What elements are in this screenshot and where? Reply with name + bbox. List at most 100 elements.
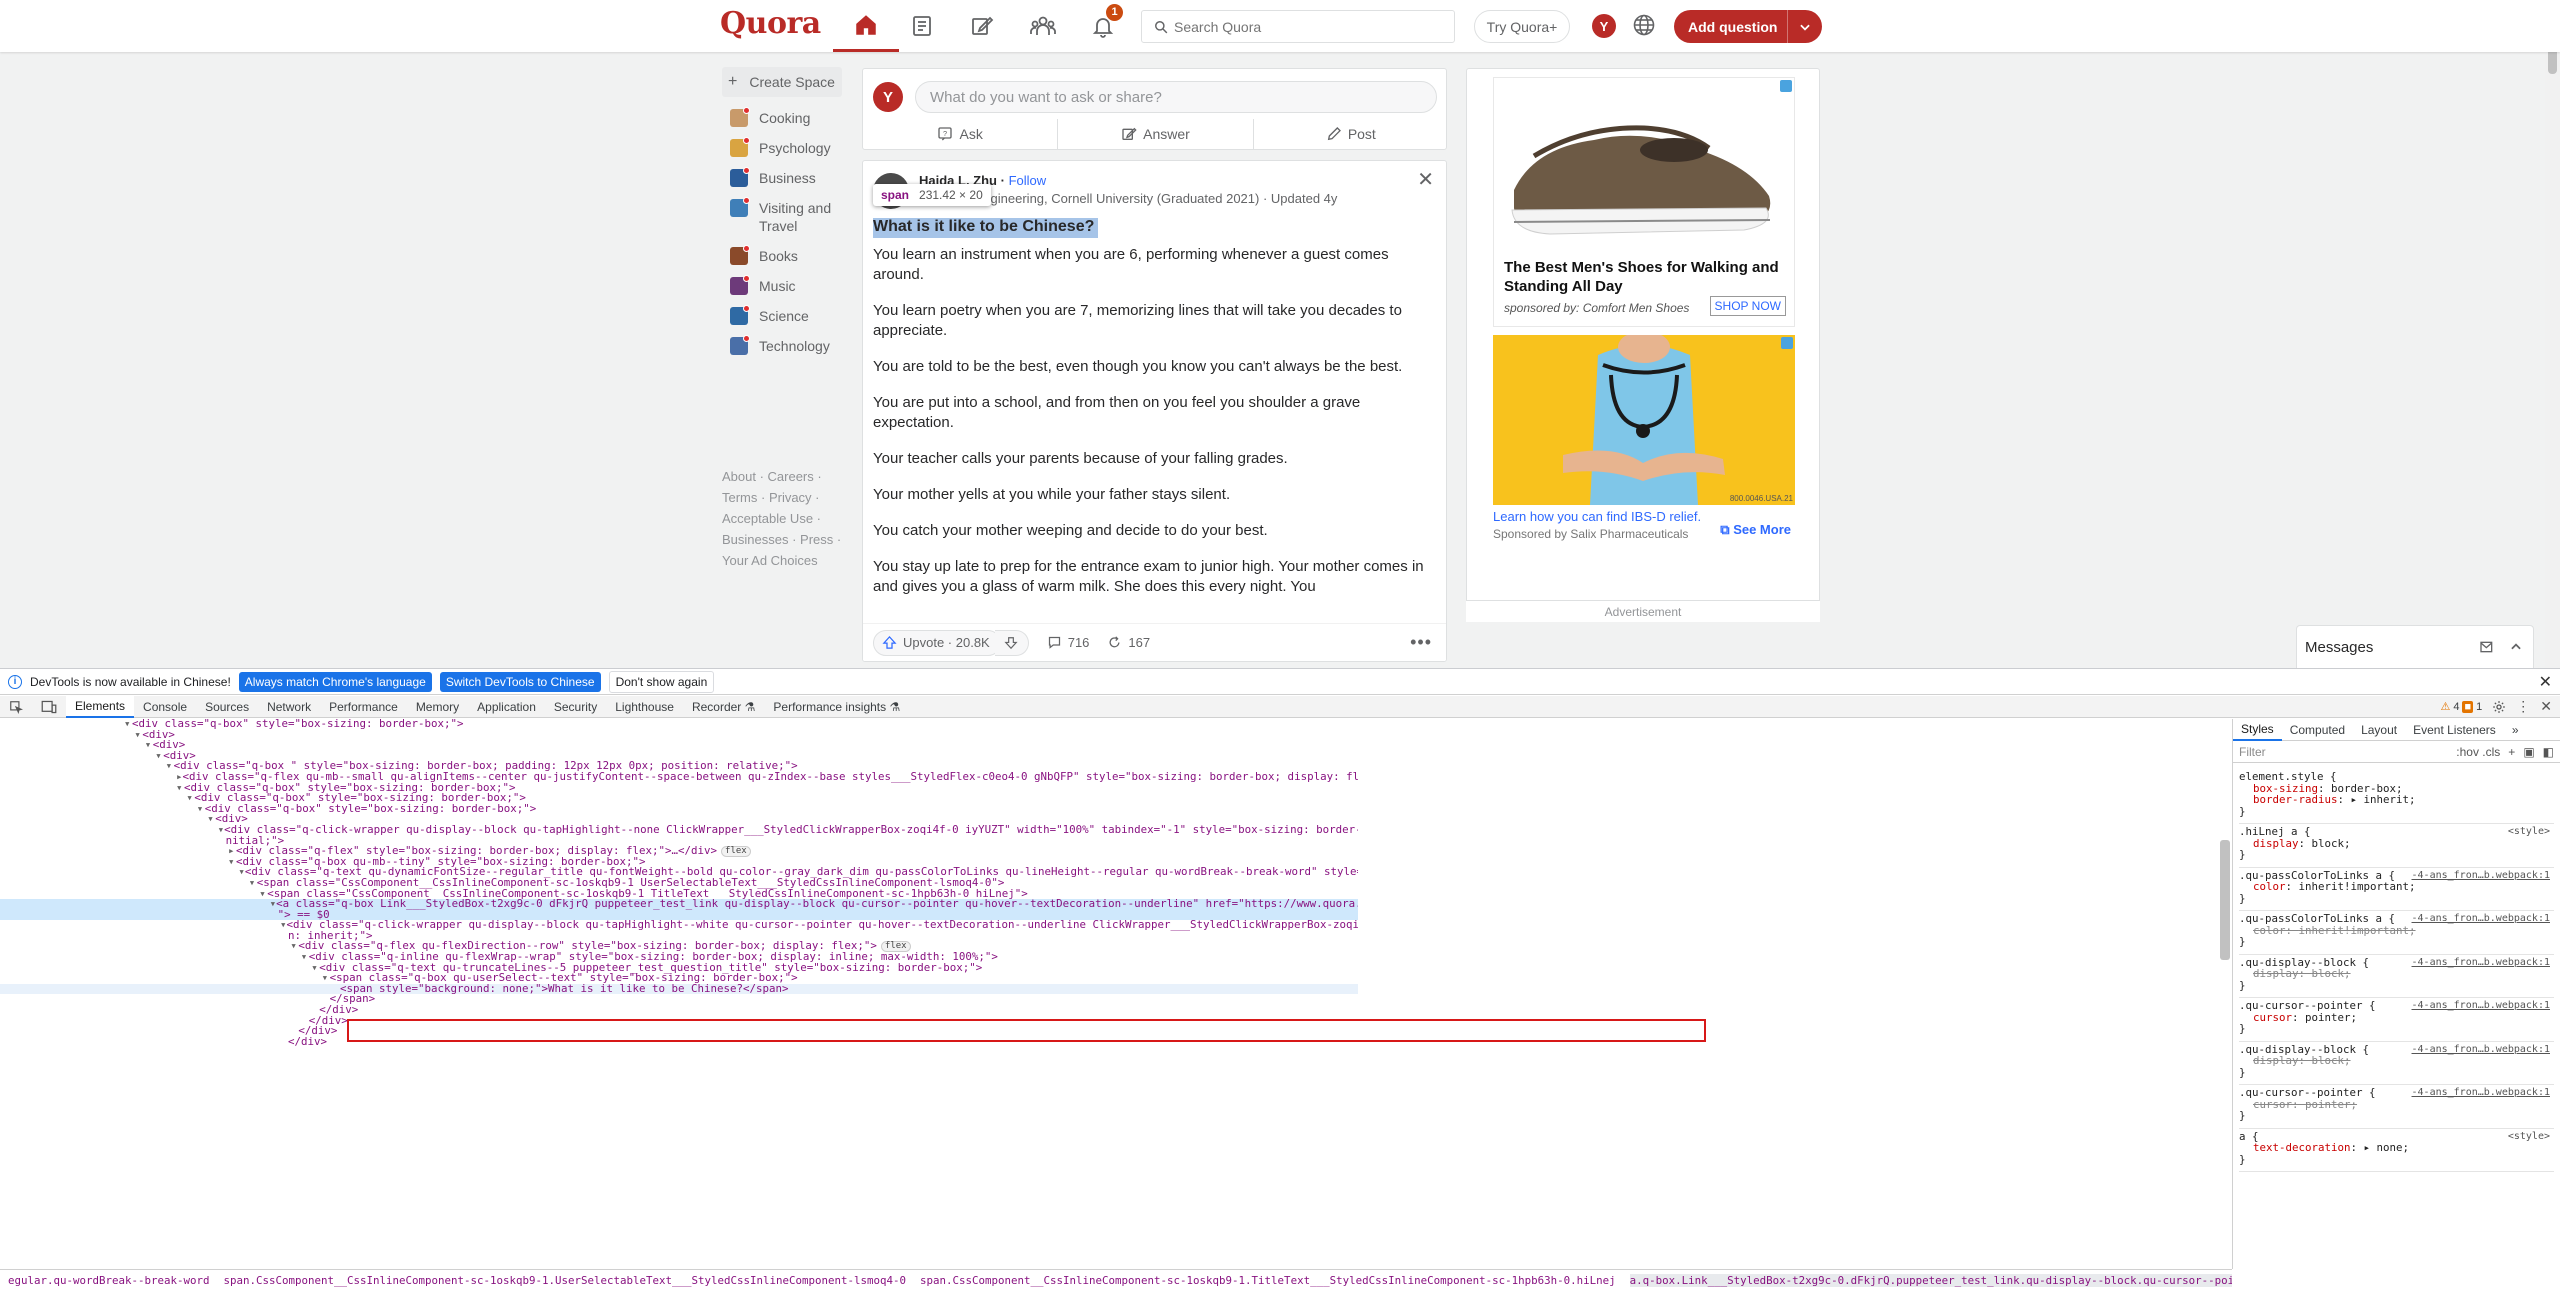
css-property[interactable]: cursor: pointer; xyxy=(2239,1098,2554,1111)
rule-source-link[interactable]: -4-ans_fron…b.webpack:1 xyxy=(2412,1044,2550,1056)
css-property[interactable]: text-decoration: ▸ none; xyxy=(2239,1142,2554,1154)
dom-node[interactable]: ▾ <div class="q-click-wrapper qu-display-… xyxy=(0,824,1358,836)
profile-avatar[interactable]: Y xyxy=(1592,14,1616,38)
expand-toggle[interactable]: ▾ xyxy=(301,951,309,963)
add-rule-icon[interactable]: + xyxy=(2508,745,2515,759)
see-more-link[interactable]: ⧉ See More xyxy=(1720,522,1791,538)
expand-toggle[interactable]: ▾ xyxy=(134,729,142,741)
more-options-icon[interactable]: ••• xyxy=(1410,632,1432,653)
space-item[interactable]: Technology xyxy=(722,335,842,355)
devtools-tab[interactable]: Application xyxy=(468,696,545,718)
dom-node[interactable]: </span> xyxy=(0,994,1358,1005)
dom-node[interactable]: ▾ <div> xyxy=(0,729,1358,741)
style-rule[interactable]: a {<style> text-decoration: ▸ none;} xyxy=(2239,1129,2554,1172)
css-property[interactable]: color: inherit!important; xyxy=(2239,881,2554,893)
expand-toggle[interactable]: ▾ xyxy=(166,761,174,772)
nav-following[interactable] xyxy=(889,0,955,52)
rule-source-link[interactable]: -4-ans_fron…b.webpack:1 xyxy=(2412,870,2550,882)
expand-toggle[interactable]: ▾ xyxy=(197,803,205,815)
expand-toggle[interactable]: ▾ xyxy=(290,941,298,952)
space-item[interactable]: Visiting and Travel xyxy=(722,197,842,235)
css-property[interactable]: display: block; xyxy=(2239,1055,2554,1067)
compose-icon[interactable] xyxy=(2479,639,2495,655)
space-item[interactable]: Music xyxy=(722,275,842,295)
dom-node[interactable]: ▾ <div class="q-box" style="box-sizing: b… xyxy=(0,719,1358,730)
ask-avatar[interactable]: Y xyxy=(873,82,903,112)
expand-toggle[interactable]: ▾ xyxy=(259,888,267,900)
nav-answer[interactable] xyxy=(949,0,1015,52)
expand-toggle[interactable] xyxy=(270,910,278,921)
search-box[interactable] xyxy=(1141,10,1455,43)
style-rule[interactable]: .qu-display--block {-4-ans_fron…b.webpac… xyxy=(2239,955,2554,998)
gear-icon[interactable] xyxy=(2492,700,2506,714)
space-item[interactable]: Psychology xyxy=(722,137,842,157)
style-rule[interactable]: .qu-cursor--pointer {-4-ans_fron…b.webpa… xyxy=(2239,998,2554,1042)
rule-source-link[interactable]: -4-ans_fron…b.webpack:1 xyxy=(2412,1000,2550,1012)
language-button[interactable] xyxy=(1632,13,1656,42)
dom-node[interactable]: </div> xyxy=(0,1015,1358,1027)
expand-toggle[interactable]: ▾ xyxy=(145,739,153,751)
devtools-tab[interactable]: Sources xyxy=(196,696,258,718)
ad2-caption[interactable]: Learn how you can find IBS-D relief. xyxy=(1493,509,1701,524)
dom-node[interactable]: </div> xyxy=(0,1036,1358,1048)
rule-source-link[interactable]: -4-ans_fron…b.webpack:1 xyxy=(2412,957,2550,969)
create-space-button[interactable]: + Create Space xyxy=(722,67,842,97)
page-scrollbar[interactable] xyxy=(2545,0,2560,668)
dom-node[interactable]: </div> xyxy=(0,1004,1358,1016)
upvote-button[interactable]: Upvote · 20.8K xyxy=(873,629,1001,656)
breadcrumb-item[interactable]: span.CssComponent__CssInlineComponent-sc… xyxy=(224,1274,907,1287)
dom-node[interactable]: ▾ <a class="q-box Link___StyledBox-t2xg9c… xyxy=(0,898,1358,910)
expand-toggle[interactable] xyxy=(280,1037,288,1048)
expand-toggle[interactable] xyxy=(280,931,288,942)
ask-button[interactable]: ? Ask xyxy=(863,119,1057,149)
space-item[interactable]: Books xyxy=(722,245,842,265)
rule-source-link[interactable]: <style> xyxy=(2508,1131,2550,1143)
expand-toggle[interactable]: ▾ xyxy=(249,877,257,889)
follow-link[interactable]: Follow xyxy=(1009,173,1047,188)
hov-cls-toggle[interactable]: :hov .cls xyxy=(2456,745,2500,759)
share-button[interactable]: 167 xyxy=(1107,635,1150,650)
css-property[interactable]: color: inherit!important; xyxy=(2239,924,2554,937)
devtools-tab[interactable]: Recorder ⚗ xyxy=(683,696,764,718)
more-tabs-icon[interactable]: » xyxy=(2504,719,2527,741)
expand-toggle[interactable] xyxy=(218,836,226,847)
warnings-indicator[interactable]: ⚠ 4 ■ 1 xyxy=(2440,700,2482,713)
comments-button[interactable]: 716 xyxy=(1047,635,1089,650)
quora-logo[interactable]: Quora xyxy=(720,6,821,41)
css-property[interactable]: display: block; xyxy=(2239,837,2554,850)
styles-tab[interactable]: Layout xyxy=(2353,719,2405,741)
ask-input[interactable]: What do you want to ask or share? xyxy=(915,81,1437,113)
device-toolbar-icon[interactable] xyxy=(32,696,66,718)
style-rule[interactable]: .qu-passColorToLinks a {-4-ans_fron…b.we… xyxy=(2239,868,2554,911)
expand-toggle[interactable]: ▾ xyxy=(322,973,330,984)
devtools-tab[interactable]: Performance insights ⚗ xyxy=(764,696,909,718)
css-property[interactable]: display: block; xyxy=(2239,968,2554,980)
styles-tab[interactable]: Styles xyxy=(2233,719,2282,741)
footer-links[interactable]: About · Careers · Terms · Privacy · Acce… xyxy=(722,466,842,571)
close-icon[interactable]: ✕ xyxy=(1417,167,1434,192)
style-rule[interactable]: .qu-cursor--pointer {-4-ans_fron…b.webpa… xyxy=(2239,1085,2554,1129)
styles-tab[interactable]: Event Listeners xyxy=(2405,719,2504,741)
dom-tree[interactable]: ▾ <div class="q-box" style="box-sizing: b… xyxy=(0,719,1358,1269)
close-icon[interactable]: ✕ xyxy=(2539,672,2552,692)
dont-show-again-button[interactable]: Don't show again xyxy=(608,670,715,693)
dom-node[interactable]: ▾ <div class="q-box" style="box-sizing: b… xyxy=(0,803,1358,815)
css-property[interactable]: border-radius: ▸ inherit; xyxy=(2239,794,2554,806)
nav-spaces[interactable] xyxy=(1010,0,1076,52)
expand-toggle[interactable]: ▾ xyxy=(155,750,163,762)
expand-toggle[interactable]: ▾ xyxy=(311,962,319,974)
devtools-tab[interactable]: Network xyxy=(258,696,320,718)
breadcrumb-item[interactable]: span.CssComponent__CssInlineComponent-sc… xyxy=(920,1274,1616,1287)
rule-source-link[interactable]: <style> xyxy=(2508,826,2550,838)
chevron-down-icon[interactable] xyxy=(1788,20,1822,34)
answer-button[interactable]: Answer xyxy=(1057,119,1252,149)
expand-toggle[interactable]: ▾ xyxy=(176,782,184,794)
switch-chinese-button[interactable]: Switch DevTools to Chinese xyxy=(439,671,601,692)
devtools-tab[interactable]: Elements xyxy=(66,695,135,718)
styles-tab[interactable]: Computed xyxy=(2282,719,2353,741)
space-item[interactable]: Science xyxy=(722,305,842,325)
pharma-ad[interactable]: 800.0046.USA.21 Learn how you can find I… xyxy=(1493,335,1795,545)
question-title[interactable]: What is it like to be Chinese? xyxy=(873,218,1099,238)
dom-node[interactable]: ▾ <div class="q-click-wrapper qu-display-… xyxy=(0,920,1358,931)
devtools-tab[interactable]: Security xyxy=(545,696,606,718)
